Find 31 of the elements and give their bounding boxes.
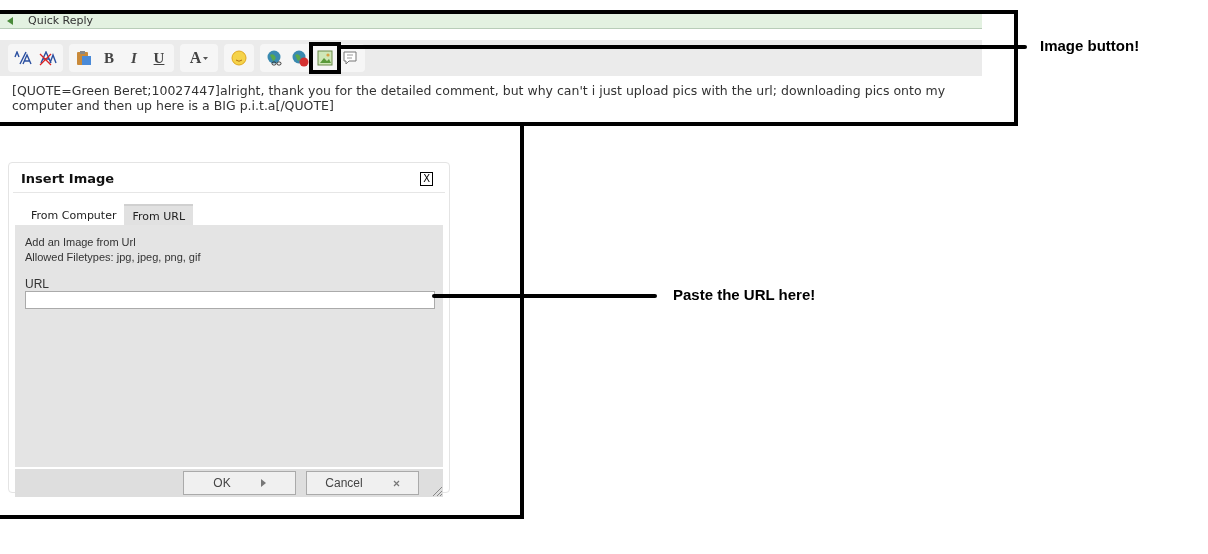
arrow-icon	[260, 479, 266, 487]
close-button[interactable]: X	[420, 171, 433, 186]
close-icon	[392, 479, 400, 487]
caret-icon	[203, 56, 209, 60]
bold-button[interactable]: B	[98, 47, 120, 69]
ok-button[interactable]: OK	[183, 471, 296, 495]
collapse-arrow-icon	[6, 15, 14, 26]
underline-button[interactable]: U	[148, 47, 170, 69]
image-icon	[317, 50, 333, 66]
resize-grip-icon	[431, 485, 443, 497]
dialog-title: Insert Image	[21, 171, 115, 186]
url-label: URL	[25, 277, 50, 291]
tab[interactable]: From URL	[124, 204, 193, 225]
cancel-button[interactable]: Cancel	[306, 471, 419, 495]
smiley-icon	[231, 50, 247, 66]
annotation-text: Image button!	[1040, 37, 1140, 54]
help-text: Allowed Filetypes: jpg, jpeg, png, gif	[25, 250, 202, 265]
remove-format-icon	[39, 50, 57, 66]
color-button[interactable]: A	[184, 47, 214, 69]
font-size-icon	[14, 51, 32, 65]
speech-bubble-icon	[342, 50, 358, 66]
italic-button[interactable]: I	[123, 47, 145, 69]
annotation-text: Paste the URL here!	[673, 286, 816, 303]
quick-reply-title: Quick Reply	[28, 14, 94, 27]
globe-unlink-icon	[291, 49, 309, 67]
image-button[interactable]	[309, 42, 341, 74]
url-field[interactable]	[25, 291, 435, 309]
help-text: Add an Image from Url	[25, 235, 137, 250]
message-field[interactable]: [QUOTE=Green Beret;10027447]alright, thank you for the detailed comment, but why can't i just upload pics with the url; downloading pics onto my computer and then up here is a BIG p.i.t.a[/QUOTE]	[12, 83, 972, 113]
clipboard-icon	[76, 50, 92, 66]
globe-link-icon	[266, 49, 284, 67]
